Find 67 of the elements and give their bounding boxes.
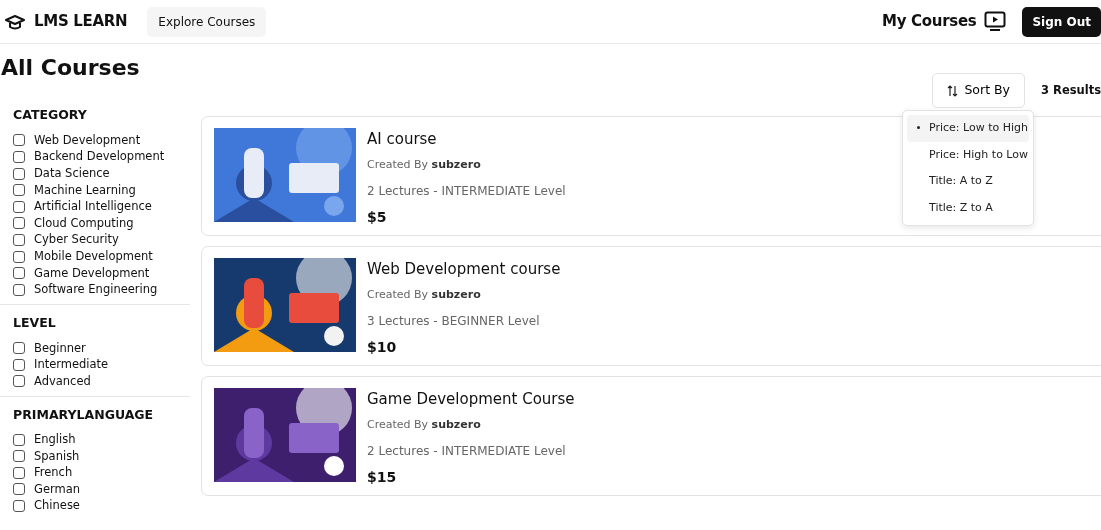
graduation-cap-icon — [4, 12, 26, 31]
checkbox[interactable] — [13, 184, 25, 197]
checkbox-label: Machine Learning — [34, 181, 136, 199]
course-title: AI course — [367, 129, 438, 151]
menu-item[interactable]: Price: High to Low — [907, 141, 1029, 169]
checkbox[interactable] — [13, 483, 25, 496]
checkbox-label: Beginner — [34, 339, 86, 357]
menu-item[interactable]: Price: Low to High — [907, 115, 1029, 142]
menu-item[interactable]: Title: A to Z — [907, 168, 1029, 195]
sort-button[interactable]: Sort By — [932, 73, 1025, 109]
checkbox-label: Cyber Security — [34, 231, 119, 249]
filter-heading: LEVEL — [13, 314, 57, 333]
filter-heading: PRIMARYLANGUAGE — [13, 405, 155, 424]
filter-heading: CATEGORY — [13, 106, 88, 125]
video-screen-icon — [984, 11, 1007, 32]
checkbox-label: Software Engineering — [34, 281, 158, 299]
checkbox[interactable] — [13, 134, 25, 147]
checkbox-label: Backend Development — [34, 148, 165, 166]
checkbox[interactable] — [13, 151, 25, 164]
checkbox-label: Intermediate — [34, 356, 109, 374]
checkbox[interactable] — [13, 217, 25, 230]
checkbox-label: Spanish — [34, 447, 80, 465]
checkbox[interactable] — [13, 500, 25, 513]
checkbox[interactable] — [13, 167, 25, 180]
course-price: $15 — [367, 468, 398, 488]
checkbox[interactable] — [13, 234, 25, 246]
checkbox[interactable] — [13, 267, 25, 280]
checkbox[interactable] — [13, 283, 25, 296]
checkbox-label: French — [34, 464, 73, 482]
checkbox-label: German — [34, 480, 81, 498]
course-author: Created By subzero — [367, 416, 482, 433]
page-title: All Courses — [1, 55, 141, 82]
my-courses-link[interactable]: My Courses — [882, 10, 977, 33]
sign-out-button[interactable]: Sign Out — [1022, 6, 1101, 37]
course-details: 2 Lectures - INTERMEDIATE Level — [367, 443, 567, 461]
checkbox[interactable] — [13, 450, 25, 463]
course-card[interactable]: Web Development course Created By subzero 3 Lectures - BEGINNER Level $10 — [201, 246, 1101, 367]
brand-name: LMS LEARN — [34, 11, 128, 33]
course-author: Created By subzero — [367, 156, 482, 173]
course-price: $5 — [367, 208, 388, 228]
checkbox[interactable] — [13, 342, 25, 355]
course-card[interactable]: Game Development Course Created By subzero 2 Lectures - INTERMEDIATE Level $15 — [201, 376, 1101, 497]
checkbox-label: Data Science — [34, 165, 110, 182]
course-title: Web Development course — [367, 259, 561, 281]
checkbox-label: Chinese — [34, 497, 80, 515]
course-details: 2 Lectures - INTERMEDIATE Level — [367, 183, 566, 201]
checkbox[interactable] — [13, 250, 25, 263]
checkbox-label: Mobile Development — [34, 247, 153, 265]
menu-item[interactable]: Title: Z to A — [907, 194, 1029, 222]
course-details: 3 Lectures - BEGINNER Level — [367, 313, 541, 331]
checkbox-label: Cloud Computing — [34, 214, 134, 232]
checkbox-label: Artificial Intelligence — [34, 198, 152, 216]
checkbox-label: Advanced — [34, 372, 91, 390]
course-title: Game Development Course — [367, 389, 575, 411]
explore-courses-button[interactable]: Explore Courses — [147, 6, 267, 37]
results-count: 3 Results — [1041, 82, 1101, 100]
checkbox[interactable] — [13, 200, 25, 213]
checkbox[interactable] — [13, 358, 25, 371]
checkbox-label: English — [34, 431, 76, 449]
checkbox[interactable] — [13, 375, 25, 388]
course-author: Created By subzero — [367, 286, 482, 303]
checkbox[interactable] — [13, 466, 25, 479]
checkbox[interactable] — [13, 433, 25, 446]
checkbox-label: Web Development — [34, 131, 141, 149]
checkbox-label: Game Development — [34, 264, 150, 282]
course-price: $10 — [367, 338, 398, 358]
sort-arrows-icon — [947, 84, 959, 97]
